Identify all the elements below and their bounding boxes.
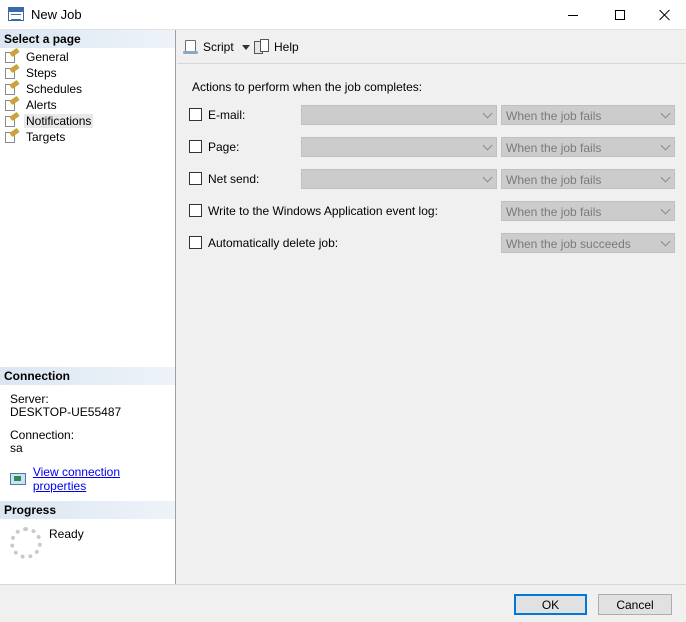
view-connection-properties-link[interactable]: View connection properties <box>33 465 175 493</box>
delete-job-label: Automatically delete job: <box>208 236 339 250</box>
wrench-page-icon <box>4 127 20 144</box>
connection-header: Connection <box>0 367 175 385</box>
script-dropdown-icon[interactable] <box>241 44 250 50</box>
chevron-down-icon <box>482 140 493 151</box>
script-button[interactable]: Script <box>183 39 250 55</box>
help-book-icon <box>254 39 270 55</box>
event-log-label: Write to the Windows Application event l… <box>208 204 438 218</box>
left-panel: Select a page General Steps Schedules Al… <box>0 30 176 584</box>
event-log-row: Write to the Windows Application event l… <box>189 201 679 221</box>
connection-value: sa <box>10 441 23 455</box>
page-list: General Steps Schedules Alerts Notificat… <box>4 47 174 145</box>
page-checkbox[interactable] <box>189 140 202 153</box>
delete-job-checkbox[interactable] <box>189 236 202 249</box>
page-operator-select[interactable] <box>301 137 497 157</box>
wrench-page-icon <box>4 47 20 64</box>
page-row: Page: When the job fails <box>189 137 679 157</box>
delete-job-when-value: When the job succeeds <box>506 237 631 251</box>
event-log-checkbox[interactable] <box>189 204 202 217</box>
email-label: E-mail: <box>208 108 246 122</box>
connection-info: Server: DESKTOP-UE55487 Connection: sa <box>10 393 121 465</box>
event-log-when-select[interactable]: When the job fails <box>501 201 675 221</box>
wrench-page-icon <box>4 63 20 80</box>
help-label: Help <box>274 40 299 54</box>
script-icon <box>183 39 199 55</box>
page-item-label: Notifications <box>24 114 94 128</box>
page-item-steps[interactable]: Steps <box>4 63 174 81</box>
view-connection-properties[interactable]: View connection properties <box>10 465 175 493</box>
wrench-page-icon <box>4 111 20 128</box>
window-title: New Job <box>31 7 82 22</box>
chevron-down-icon <box>660 204 671 215</box>
progress-header: Progress <box>0 501 175 519</box>
delete-job-row: Automatically delete job: When the job s… <box>189 233 679 253</box>
page-item-label: Alerts <box>26 98 57 112</box>
server-value: DESKTOP-UE55487 <box>10 405 122 419</box>
page-label: Page: <box>208 140 240 154</box>
maximize-icon <box>615 10 625 20</box>
page-item-label: Schedules <box>26 82 83 96</box>
event-log-when-value: When the job fails <box>506 205 602 219</box>
delete-job-when-select[interactable]: When the job succeeds <box>501 233 675 253</box>
email-row: E-mail: When the job fails <box>189 105 679 125</box>
page-item-notifications[interactable]: Notifications <box>4 111 174 129</box>
net-send-operator-select[interactable] <box>301 169 497 189</box>
app-window-icon <box>8 7 24 21</box>
page-item-alerts[interactable]: Alerts <box>4 95 174 113</box>
email-checkbox[interactable] <box>189 108 202 121</box>
chevron-down-icon <box>660 140 671 151</box>
close-icon <box>659 9 671 21</box>
page-item-general[interactable]: General <box>4 47 174 65</box>
chevron-down-icon <box>660 236 671 247</box>
title-bar: New Job <box>0 0 686 30</box>
page-item-schedules[interactable]: Schedules <box>4 79 174 97</box>
connection-properties-icon <box>10 473 26 485</box>
wrench-page-icon <box>4 79 20 96</box>
page-item-label: Steps <box>26 66 57 80</box>
net-send-checkbox[interactable] <box>189 172 202 185</box>
page-item-targets[interactable]: Targets <box>4 127 174 145</box>
minimize-icon <box>568 14 578 16</box>
chevron-down-icon <box>482 108 493 119</box>
maximize-button[interactable] <box>597 0 643 30</box>
help-button[interactable]: Help <box>254 39 299 55</box>
chevron-down-icon <box>482 172 493 183</box>
page-when-select[interactable]: When the job fails <box>501 137 675 157</box>
ok-button[interactable]: OK <box>514 594 587 615</box>
dialog-footer: OK Cancel <box>0 584 686 622</box>
connection-label: Connection: <box>10 428 75 442</box>
wrench-page-icon <box>4 95 20 112</box>
email-when-value: When the job fails <box>506 109 602 123</box>
progress-spinner-icon <box>10 527 42 559</box>
chevron-down-icon <box>660 108 671 119</box>
cancel-button[interactable]: Cancel <box>598 594 672 615</box>
chevron-down-icon <box>660 172 671 183</box>
toolbar: Script Help <box>177 30 686 64</box>
net-send-row: Net send: When the job fails <box>189 169 679 189</box>
minimize-button[interactable] <box>550 0 596 30</box>
script-label: Script <box>203 40 234 54</box>
progress-status: Ready <box>49 527 84 541</box>
page-item-label: General <box>26 50 69 64</box>
net-send-when-select[interactable]: When the job fails <box>501 169 675 189</box>
email-operator-select[interactable] <box>301 105 497 125</box>
select-page-header: Select a page <box>0 30 175 48</box>
page-item-label: Targets <box>26 130 66 144</box>
actions-heading: Actions to perform when the job complete… <box>192 80 423 94</box>
email-when-select[interactable]: When the job fails <box>501 105 675 125</box>
net-send-when-value: When the job fails <box>506 173 602 187</box>
close-button[interactable] <box>642 0 686 30</box>
net-send-label: Net send: <box>208 172 260 186</box>
notifications-page: Actions to perform when the job complete… <box>177 65 686 584</box>
page-when-value: When the job fails <box>506 141 602 155</box>
